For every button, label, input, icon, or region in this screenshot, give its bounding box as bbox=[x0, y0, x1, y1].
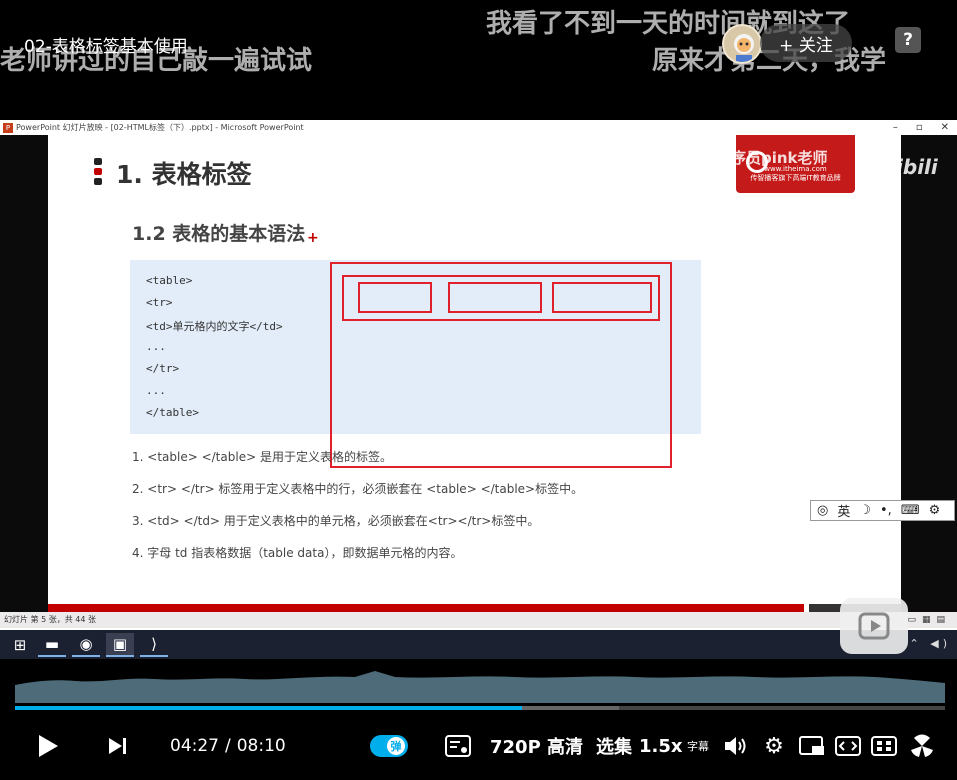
watermark-text: 黑马程序员pink老师 bbox=[686, 149, 828, 167]
vscode-icon: ⟩ bbox=[140, 633, 168, 657]
code-line: <td>单元格内的文字</td> bbox=[146, 320, 283, 333]
follow-button[interactable]: + 关注 bbox=[760, 24, 852, 62]
settings-gear-icon[interactable]: ⚙ bbox=[760, 732, 788, 760]
system-tray: ⌃ ◀) bbox=[909, 637, 951, 650]
ime-toolbar: ◎ 英 ☽ •, ⌨ ⚙ bbox=[810, 500, 955, 521]
help-icon[interactable]: ? bbox=[895, 27, 921, 53]
time-display: 04:27 / 08:10 bbox=[170, 728, 286, 764]
next-button[interactable] bbox=[104, 732, 132, 760]
fullscreen-icon[interactable] bbox=[908, 732, 936, 760]
table-cell-diagram bbox=[448, 282, 542, 313]
list-item: 1. <table> </table> 是用于定义表格的标签。 bbox=[132, 450, 392, 464]
view-icons: ▭▦▤ bbox=[907, 615, 951, 625]
gear-icon: ⚙ bbox=[928, 503, 941, 518]
episodes-button[interactable]: 选集 bbox=[596, 728, 632, 764]
uploader-avatar[interactable] bbox=[722, 24, 762, 64]
picture-in-picture-icon[interactable] bbox=[798, 732, 826, 760]
heat-waveform bbox=[15, 671, 945, 703]
slide-heading: 1. 表格标签 bbox=[116, 160, 252, 189]
minimize-icon: – bbox=[892, 122, 898, 133]
table-cell-diagram bbox=[358, 282, 432, 313]
restore-icon: ▫ bbox=[915, 122, 923, 133]
list-item: 3. <td> </td> 用于定义表格中的单元格，必须嵌套在<tr></tr>… bbox=[132, 514, 540, 528]
bilibili-watermark: bilibili bbox=[868, 155, 938, 179]
slide: 1. 表格标签 www.itheima.com 传智播客旗下高端IT教育品牌 黑… bbox=[48, 135, 938, 612]
quality-selector[interactable]: 720P 高清 bbox=[490, 728, 583, 764]
slide-subheading: 1.2 表格的基本语法 bbox=[132, 223, 306, 245]
file-explorer-icon: ▬ bbox=[38, 633, 66, 657]
ime-language: 英 bbox=[837, 505, 851, 520]
punctuation-icon: •, bbox=[880, 503, 892, 518]
code-line: <table> bbox=[146, 274, 193, 287]
widescreen-icon[interactable] bbox=[834, 732, 862, 760]
moon-icon: ☽ bbox=[859, 503, 872, 518]
code-line: <tr> bbox=[146, 296, 173, 309]
window-controls: – ▫ ✕ bbox=[893, 120, 949, 135]
subtitle-icon[interactable]: 字幕 bbox=[684, 732, 712, 760]
powerpoint-title-bar: P PowerPoint 幻灯片放映 - [02-HTML标签（下）.pptx]… bbox=[0, 120, 957, 135]
chrome-icon: ◉ bbox=[72, 633, 100, 657]
powerpoint-status-bar: 幻灯片 第 5 张，共 44 张 ▭▦▤ bbox=[0, 612, 957, 628]
code-line: ... bbox=[146, 384, 166, 397]
code-line: ... bbox=[146, 340, 166, 353]
progress-fill bbox=[15, 706, 522, 710]
current-time: 04:27 bbox=[170, 736, 219, 756]
play-overlay-icon[interactable] bbox=[840, 598, 908, 654]
danmaku-settings-icon[interactable] bbox=[444, 732, 472, 760]
powerpoint-icon: P bbox=[3, 123, 13, 133]
volume-icon[interactable] bbox=[722, 732, 750, 760]
progress-bar[interactable] bbox=[15, 706, 945, 710]
danmaku-toggle[interactable]: 弹 bbox=[370, 735, 408, 757]
video-frame[interactable]: P PowerPoint 幻灯片放映 - [02-HTML标签（下）.pptx]… bbox=[0, 120, 957, 630]
brand-text: 传智播客旗下高端IT教育品牌 bbox=[750, 174, 841, 182]
ime-logo-icon: ◎ bbox=[817, 503, 829, 518]
heading-marker-icon bbox=[94, 158, 102, 186]
code-line: </tr> bbox=[146, 362, 180, 375]
table-cell-diagram bbox=[552, 282, 652, 313]
letterbox-right bbox=[901, 135, 957, 612]
letterbox-left bbox=[0, 135, 48, 612]
video-title: 02-表格标签基本使用 bbox=[24, 37, 188, 57]
slide-counter: 幻灯片 第 5 张，共 44 张 bbox=[4, 615, 96, 624]
web-fullscreen-icon[interactable] bbox=[870, 732, 898, 760]
speed-selector[interactable]: 1.5x bbox=[639, 728, 683, 764]
code-line: </table> bbox=[146, 406, 199, 419]
list-item: 2. <tr> </tr> 标签用于定义表格中的行，必须嵌套在 <table> … bbox=[132, 482, 584, 496]
keyboard-icon: ⌨ bbox=[900, 503, 920, 518]
close-icon: ✕ bbox=[940, 122, 949, 133]
powerpoint-window-title: PowerPoint 幻灯片放映 - [02-HTML标签（下）.pptx] -… bbox=[16, 123, 304, 132]
slide-footer-bar bbox=[48, 604, 804, 612]
list-item: 4. 字母 td 指表格数据（table data），即数据单元格的内容。 bbox=[132, 546, 463, 560]
powerpoint-taskbar-icon: ▣ bbox=[106, 633, 134, 657]
windows-start-icon: ⊞ bbox=[13, 636, 27, 654]
windows-taskbar: ⊞ ▬ ◉ ▣ ⟩ ⌃ ◀) bbox=[0, 630, 957, 659]
play-button[interactable] bbox=[34, 732, 62, 760]
cursor-icon: + bbox=[307, 230, 319, 246]
duration: 08:10 bbox=[236, 736, 286, 756]
time-separator: / bbox=[225, 736, 231, 756]
